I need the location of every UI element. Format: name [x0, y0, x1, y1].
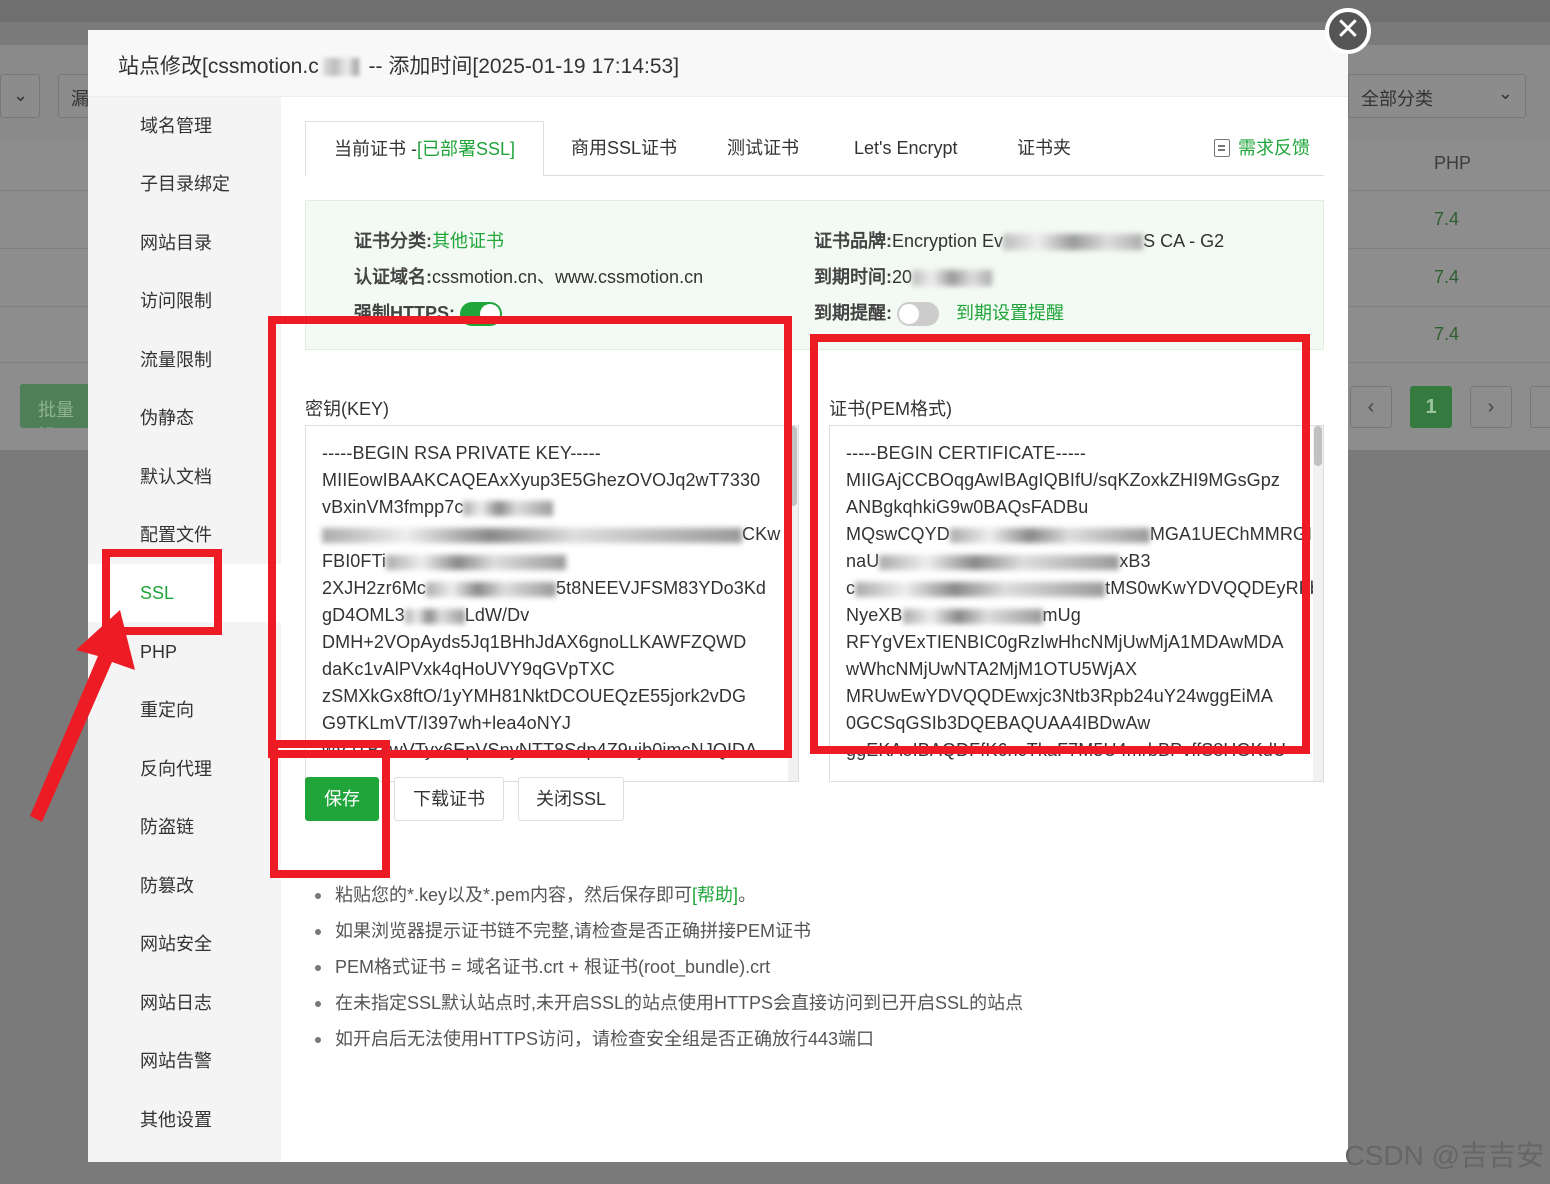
cert-category-label: 证书分类:: [354, 231, 432, 251]
edit-icon: [1214, 139, 1230, 157]
help-link[interactable]: [帮助]: [692, 885, 738, 905]
tip-text: 粘贴您的*.key以及*.pem内容，然后保存即可: [335, 885, 693, 905]
background-page-prev: ‹: [1350, 386, 1392, 428]
cert-category: 证书分类:其他证书: [354, 227, 504, 253]
tab-cert-folder[interactable]: 证书夹: [989, 121, 1099, 176]
background-php-header: PHP: [1434, 153, 1472, 173]
sidebar-item-subdir[interactable]: 子目录绑定: [88, 155, 281, 213]
annotation-key-box: [268, 316, 792, 758]
modal-close-button[interactable]: ✕: [1325, 8, 1371, 54]
background-php-value: 7.4: [1434, 324, 1460, 344]
tab-current-cert[interactable]: 当前证书 -[已部署SSL]: [305, 121, 545, 177]
cert-domains: 认证域名:cssmotion.cn、www.cssmotion.cn: [354, 263, 703, 289]
sidebar-item-traffic-limit[interactable]: 流量限制: [88, 331, 281, 389]
redacted-blur: [912, 270, 993, 287]
feedback-label: 需求反馈: [1238, 138, 1310, 158]
cert-scrollbar[interactable]: [1313, 426, 1323, 781]
tab-test-cert[interactable]: 测试证书: [699, 121, 827, 176]
sidebar-item-site-alert[interactable]: 网站告警: [88, 1032, 281, 1090]
toggle-knob: [899, 304, 920, 325]
close-icon: ✕: [1335, 13, 1361, 46]
background-php-value: 7.4: [1434, 267, 1460, 287]
download-cert-button[interactable]: 下载证书: [394, 777, 504, 821]
expire-remind-row: 到期提醒: 到期设置提醒: [814, 299, 1064, 327]
background-category-select: 全部分类 ⌄: [1348, 74, 1526, 118]
sidebar-item-site-security[interactable]: 网站安全: [88, 915, 281, 973]
ssl-tabs: 当前证书 -[已部署SSL] 商用SSL证书 测试证书 Let's Encryp…: [305, 121, 1324, 177]
feedback-link[interactable]: 需求反馈: [1214, 121, 1310, 176]
background-php-value: 7.4: [1434, 209, 1460, 229]
tab-commercial-ssl[interactable]: 商用SSL证书: [543, 121, 705, 176]
cert-expire-prefix: 20: [892, 267, 913, 287]
tip-item: 如开启后无法使用HTTPS访问，请检查安全组是否正确放行443端口: [315, 1021, 1023, 1057]
annotation-save-box: [270, 740, 390, 878]
sidebar-item-rewrite[interactable]: 伪静态: [88, 389, 281, 447]
modal-title-suffix: -- 添加时间[2025-01-19 17:14:53]: [362, 55, 680, 78]
redacted-blur: [1003, 234, 1144, 251]
sidebar-item-tamper[interactable]: 防篡改: [88, 857, 281, 915]
annotation-arrow: [30, 610, 135, 822]
background-page-current: 1: [1410, 386, 1452, 428]
background-page-next: ›: [1470, 386, 1512, 428]
cert-domain-label: 认证域名:: [354, 267, 432, 287]
cert-expire-label: 到期时间:: [814, 267, 892, 287]
tip-item: 在未指定SSL默认站点时,未开启SSL的站点使用HTTPS会直接访问到已开启SS…: [315, 985, 1023, 1021]
redacted-blur: [322, 58, 359, 77]
cert-domain-value: cssmotion.cn、www.cssmotion.cn: [432, 267, 704, 287]
close-ssl-button[interactable]: 关闭SSL: [518, 777, 624, 821]
cert-brand-label: 证书品牌:: [814, 231, 892, 251]
annotation-cert-box: [810, 334, 1310, 754]
tip-item: PEM格式证书 = 域名证书.crt + 根证书(root_bundle).cr…: [315, 949, 1023, 985]
cert-brand-suffix: S CA - G2: [1143, 231, 1225, 251]
background-top-bar: [0, 0, 1550, 22]
cert-category-value: 其他证书: [432, 231, 504, 251]
cert-brand: 证书品牌:Encryption Ev S CA - G2: [814, 227, 1224, 253]
category-select-label: 全部分类: [1361, 89, 1433, 109]
sidebar-item-domain[interactable]: 域名管理: [88, 97, 281, 155]
tab-current-label: 当前证书 -: [334, 139, 417, 159]
sidebar-item-default-doc[interactable]: 默认文档: [88, 448, 281, 506]
chevron-down-icon: ⌄: [13, 85, 29, 105]
sidebar-item-other[interactable]: 其他设置: [88, 1091, 281, 1149]
chevron-down-icon: ⌄: [1497, 83, 1513, 103]
tab-lets-encrypt[interactable]: Let's Encrypt: [826, 121, 985, 176]
modal-title: 站点修改[cssmotion.c -- 添加时间[2025-01-19 17:1…: [118, 50, 679, 80]
batch-button-label: 批量操: [38, 400, 74, 428]
background-filter-text: 漏: [71, 89, 89, 109]
background-select-left: ⌄: [0, 74, 40, 118]
expire-remind-link[interactable]: 到期设置提醒: [956, 303, 1064, 323]
scrollbar-thumb[interactable]: [1314, 426, 1322, 466]
sidebar-item-access-limit[interactable]: 访问限制: [88, 272, 281, 330]
tip-item: 粘贴您的*.key以及*.pem内容，然后保存即可[帮助]。: [315, 877, 1023, 913]
cert-expire: 到期时间:20: [814, 263, 993, 289]
expire-remind-toggle[interactable]: [897, 302, 940, 327]
background-page-extra: [1530, 386, 1550, 428]
sidebar-item-site-log[interactable]: 网站日志: [88, 974, 281, 1032]
ssl-tips: 粘贴您的*.key以及*.pem内容，然后保存即可[帮助]。 如果浏览器提示证书…: [315, 877, 1023, 1057]
cert-brand-prefix: Encryption Ev: [892, 231, 1004, 251]
modal-title-prefix: 站点修改[cssmotion.c: [118, 55, 319, 78]
expire-remind-label: 到期提醒:: [814, 303, 892, 323]
csdn-watermark: CSDN @吉吉安: [1344, 1140, 1544, 1171]
modal-header: 站点修改[cssmotion.c -- 添加时间[2025-01-19 17:1…: [88, 30, 1348, 97]
sidebar-item-site-dir[interactable]: 网站目录: [88, 214, 281, 272]
tab-current-status: [已部署SSL]: [417, 139, 516, 159]
tip-item: 如果浏览器提示证书链不完整,请检查是否正确拼接PEM证书: [315, 913, 1023, 949]
tip-text: 。: [738, 885, 757, 905]
